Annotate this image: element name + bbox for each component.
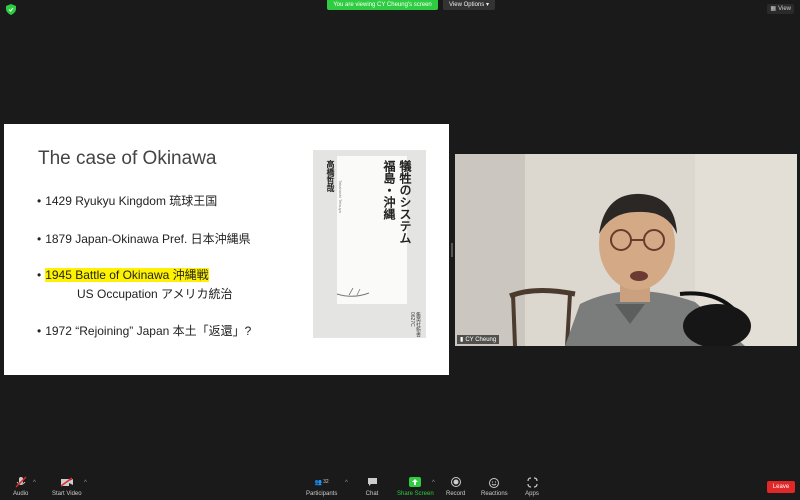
sub-bullet: US Occupation アメリカ統治 [77,287,233,301]
chat-button[interactable]: Chat [365,476,379,497]
book-title: 犠牲のシステム 福島・沖縄 [382,160,412,244]
share-screen-label: Share Screen [397,491,434,497]
screen-share-banner: You are viewing CY Cheung's screen [327,0,438,10]
grid-icon: ▦ [770,6,777,12]
share-options-caret[interactable]: ^ [432,480,435,486]
audio-button[interactable]: Audio [13,476,28,497]
video-options-caret[interactable]: ^ [84,480,87,486]
participants-options-caret[interactable]: ^ [345,480,348,486]
view-options-label: View Options [449,2,485,8]
participants-label: Participants [306,491,338,497]
view-button[interactable]: ▦ View [767,4,794,14]
book-publisher: 集英社新書 0627C [409,312,421,337]
apps-button[interactable]: Apps [525,476,539,497]
participants-icon: 👥 32 [314,479,329,486]
microphone-muted-icon [14,476,28,488]
reactions-button[interactable]: Reactions [481,476,508,497]
shield-icon[interactable] [6,4,16,15]
view-button-label: View [778,6,791,12]
bullet-item: • 1972 “Rejoining” Japan 本土「返還」? [37,324,252,338]
audio-options-caret[interactable]: ^ [33,480,36,486]
meeting-toolbar: Audio ^ Start Video ^ 👥 32 Participants ^… [0,472,800,500]
bullet-item-highlighted: • 1945 Battle of Okinawa 沖縄戦 [37,268,209,282]
reactions-label: Reactions [481,491,508,497]
signal-bars-icon: ▮ [460,337,464,343]
leave-button[interactable]: Leave [767,481,795,493]
apps-label: Apps [525,491,539,497]
panel-resize-handle[interactable] [451,243,453,257]
record-icon [449,476,463,488]
video-frame [455,154,797,346]
bullet-item: • 1429 Ryukyu Kingdom 琉球王国 [37,194,218,208]
share-screen-icon [408,476,422,488]
share-screen-button[interactable]: Share Screen [397,476,434,497]
record-button[interactable]: Record [446,476,465,497]
book-cover: 犠牲のシステム 福島・沖縄 高橋哲哉 Takahashi Tetsuya 集英社新… [313,150,426,338]
start-video-label: Start Video [52,491,82,497]
chevron-down-icon: ▾ [485,2,489,8]
video-off-icon [60,476,74,488]
book-author-romaji: Takahashi Tetsuya [338,180,343,213]
chat-label: Chat [365,491,379,497]
emoji-plus-icon [487,476,501,488]
view-options-button[interactable]: View Options ▾ [443,0,495,10]
record-label: Record [446,491,466,497]
participants-button[interactable]: 👥 32 Participants [306,476,337,497]
audio-label: Audio [13,491,29,497]
boat-illustration [336,287,370,297]
participant-name-tag: ▮ CY Cheung [457,335,500,344]
participant-video[interactable]: ▮ CY Cheung [455,154,797,346]
shared-slide: The case of Okinawa • 1429 Ryukyu Kingdom… [4,124,449,375]
book-author: 高橋哲哉 [326,160,336,192]
start-video-button[interactable]: Start Video [52,476,82,497]
apps-icon [525,476,539,488]
slide-title: The case of Okinawa [38,148,217,169]
participant-name: CY Cheung [465,336,497,343]
bullet-item: • 1879 Japan-Okinawa Pref. 日本沖縄県 [37,232,251,246]
chat-bubble-icon [365,476,379,488]
